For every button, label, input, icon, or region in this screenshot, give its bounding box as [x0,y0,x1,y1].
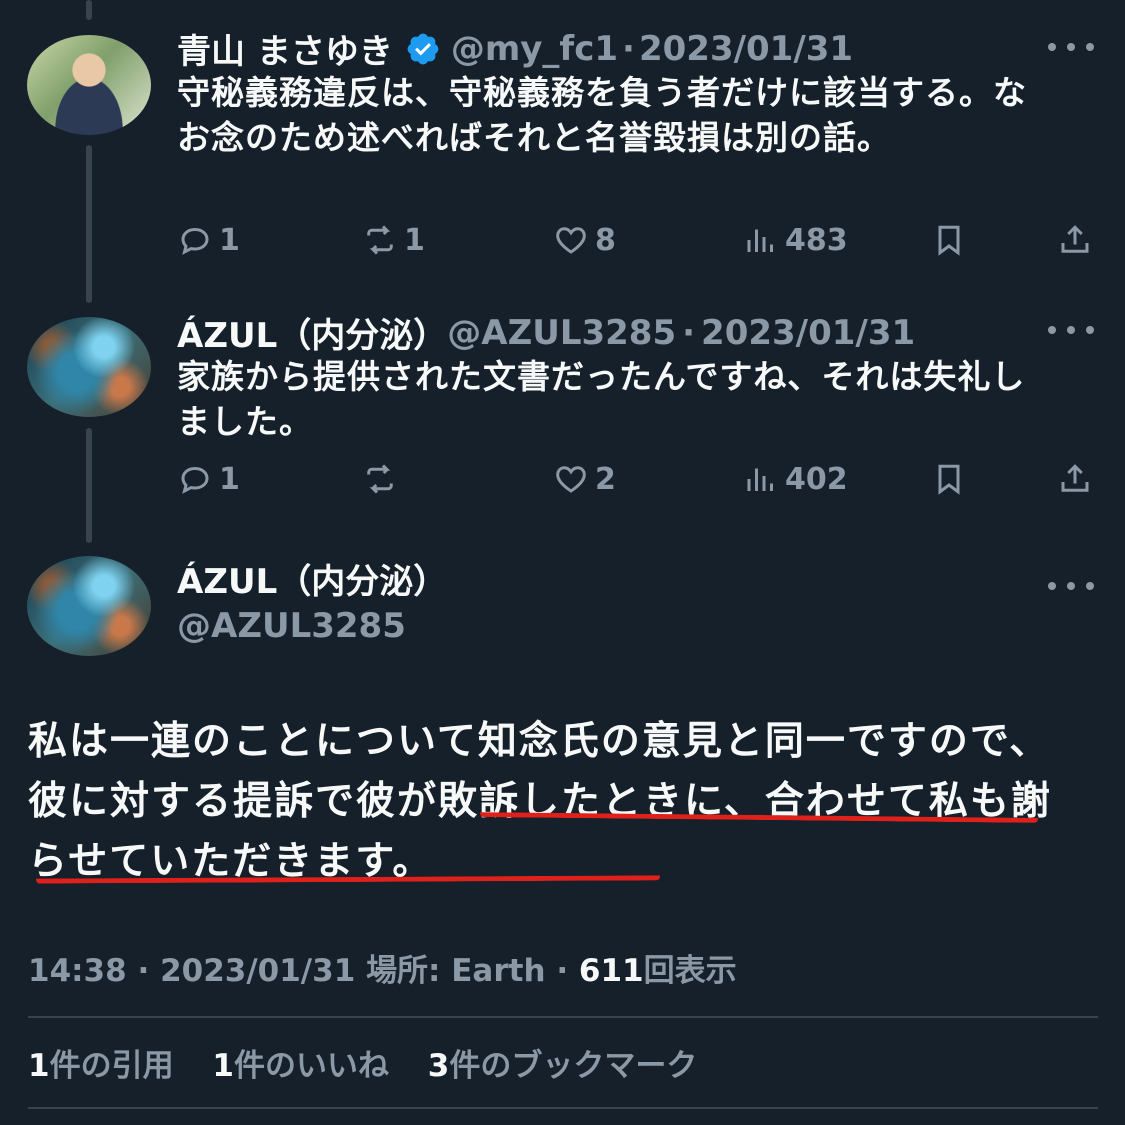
retweet-button[interactable] [362,461,404,497]
tweet-actions: 1 2 402 [177,461,1097,501]
bookmark-button[interactable] [931,222,973,258]
views-count: 611 [578,953,644,989]
tweet-location: 場所: Earth [366,953,546,989]
retweet-count: 1 [404,222,425,258]
reply-icon [181,227,209,255]
quotes-stat[interactable]: 1件の引用 [28,1048,174,1084]
tweet-header: 青山 まさゆき @my_fc1 · 2023/01/31 [177,24,853,73]
verified-badge-icon [405,31,441,67]
separator: · [682,312,696,353]
main-tweet-header: ÁZUL（内分泌） @AZUL3285 [177,560,447,648]
tweet-time[interactable]: 14:38 [28,953,127,989]
reply-button[interactable]: 1 [177,461,240,497]
reply-count: 1 [219,461,240,497]
thread-line [86,145,92,303]
share-button[interactable] [1057,222,1099,258]
reply-button[interactable]: 1 [177,222,240,258]
divider [28,1107,1098,1109]
share-icon [1061,464,1089,492]
main-tweet-text: 私は一連のことについて知念氏の意見と同一ですので、彼に対する提訴で彼が敗訴したと… [28,719,1052,884]
tweet-date[interactable]: 2023/01/31 [160,953,355,989]
like-button[interactable]: 2 [553,461,616,497]
separator: · [137,953,150,989]
reply-icon [181,466,209,494]
bookmark-button[interactable] [931,461,973,497]
bookmark-icon [938,464,960,495]
avatar[interactable] [27,35,151,135]
avatar[interactable] [27,317,151,417]
tweet-actions: 1 1 8 483 [177,222,1097,262]
author-name[interactable]: 青山 まさゆき [177,24,393,73]
views-button[interactable]: 483 [743,222,848,258]
author-name[interactable]: ÁZUL（内分泌） [177,560,447,604]
more-icon[interactable] [1048,576,1094,596]
views-button[interactable]: 402 [743,461,848,497]
author-handle[interactable]: @AZUL3285 [447,313,676,353]
avatar[interactable] [27,556,151,656]
tweet-text: 守秘義務違反は、守秘義務を負う者だけに該当する。なお念のため述べればそれと名誉毀… [177,73,1027,157]
views-icon [747,229,773,252]
retweet-button[interactable]: 1 [362,222,425,258]
tweet-date[interactable]: 2023/01/31 [701,313,915,353]
more-icon[interactable] [1048,320,1094,340]
likes-stat[interactable]: 1件のいいね [212,1048,389,1084]
tweet-date[interactable]: 2023/01/31 [639,29,853,69]
separator: · [622,28,635,69]
divider [28,1016,1098,1018]
share-icon [1061,225,1089,253]
author-handle[interactable]: @my_fc1 [451,29,618,69]
author-handle[interactable]: @AZUL3285 [177,604,447,648]
tweet-text: 家族から提供された文書だったんですね、それは失礼しました。 [177,357,1026,441]
like-icon [556,227,586,254]
thread-line [86,428,92,543]
thread-line [86,0,92,20]
bookmark-icon [938,225,960,256]
views-count: 483 [785,222,848,258]
engagement-stats: 1件の引用 1件のいいね 3件のブックマーク [28,1040,725,1085]
retweet-icon [367,225,393,255]
like-button[interactable]: 8 [553,222,616,258]
more-icon[interactable] [1048,37,1094,57]
views-count: 402 [785,461,848,497]
tweet-meta: 14:38 · 2023/01/31 場所: Earth · 611回表示 [28,945,737,990]
views-label: 回表示 [643,953,737,989]
separator: · [556,953,569,989]
retweet-icon [367,464,393,494]
like-count: 8 [595,222,616,258]
like-count: 2 [595,461,616,497]
tweet-header: ÁZUL（内分泌） @AZUL3285 · 2023/01/31 [177,308,915,357]
share-button[interactable] [1057,461,1099,497]
like-icon [556,466,586,493]
bookmarks-stat[interactable]: 3件のブックマーク [428,1048,698,1084]
reply-count: 1 [219,222,240,258]
author-name[interactable]: ÁZUL（内分泌） [177,308,447,357]
views-icon [747,468,773,491]
